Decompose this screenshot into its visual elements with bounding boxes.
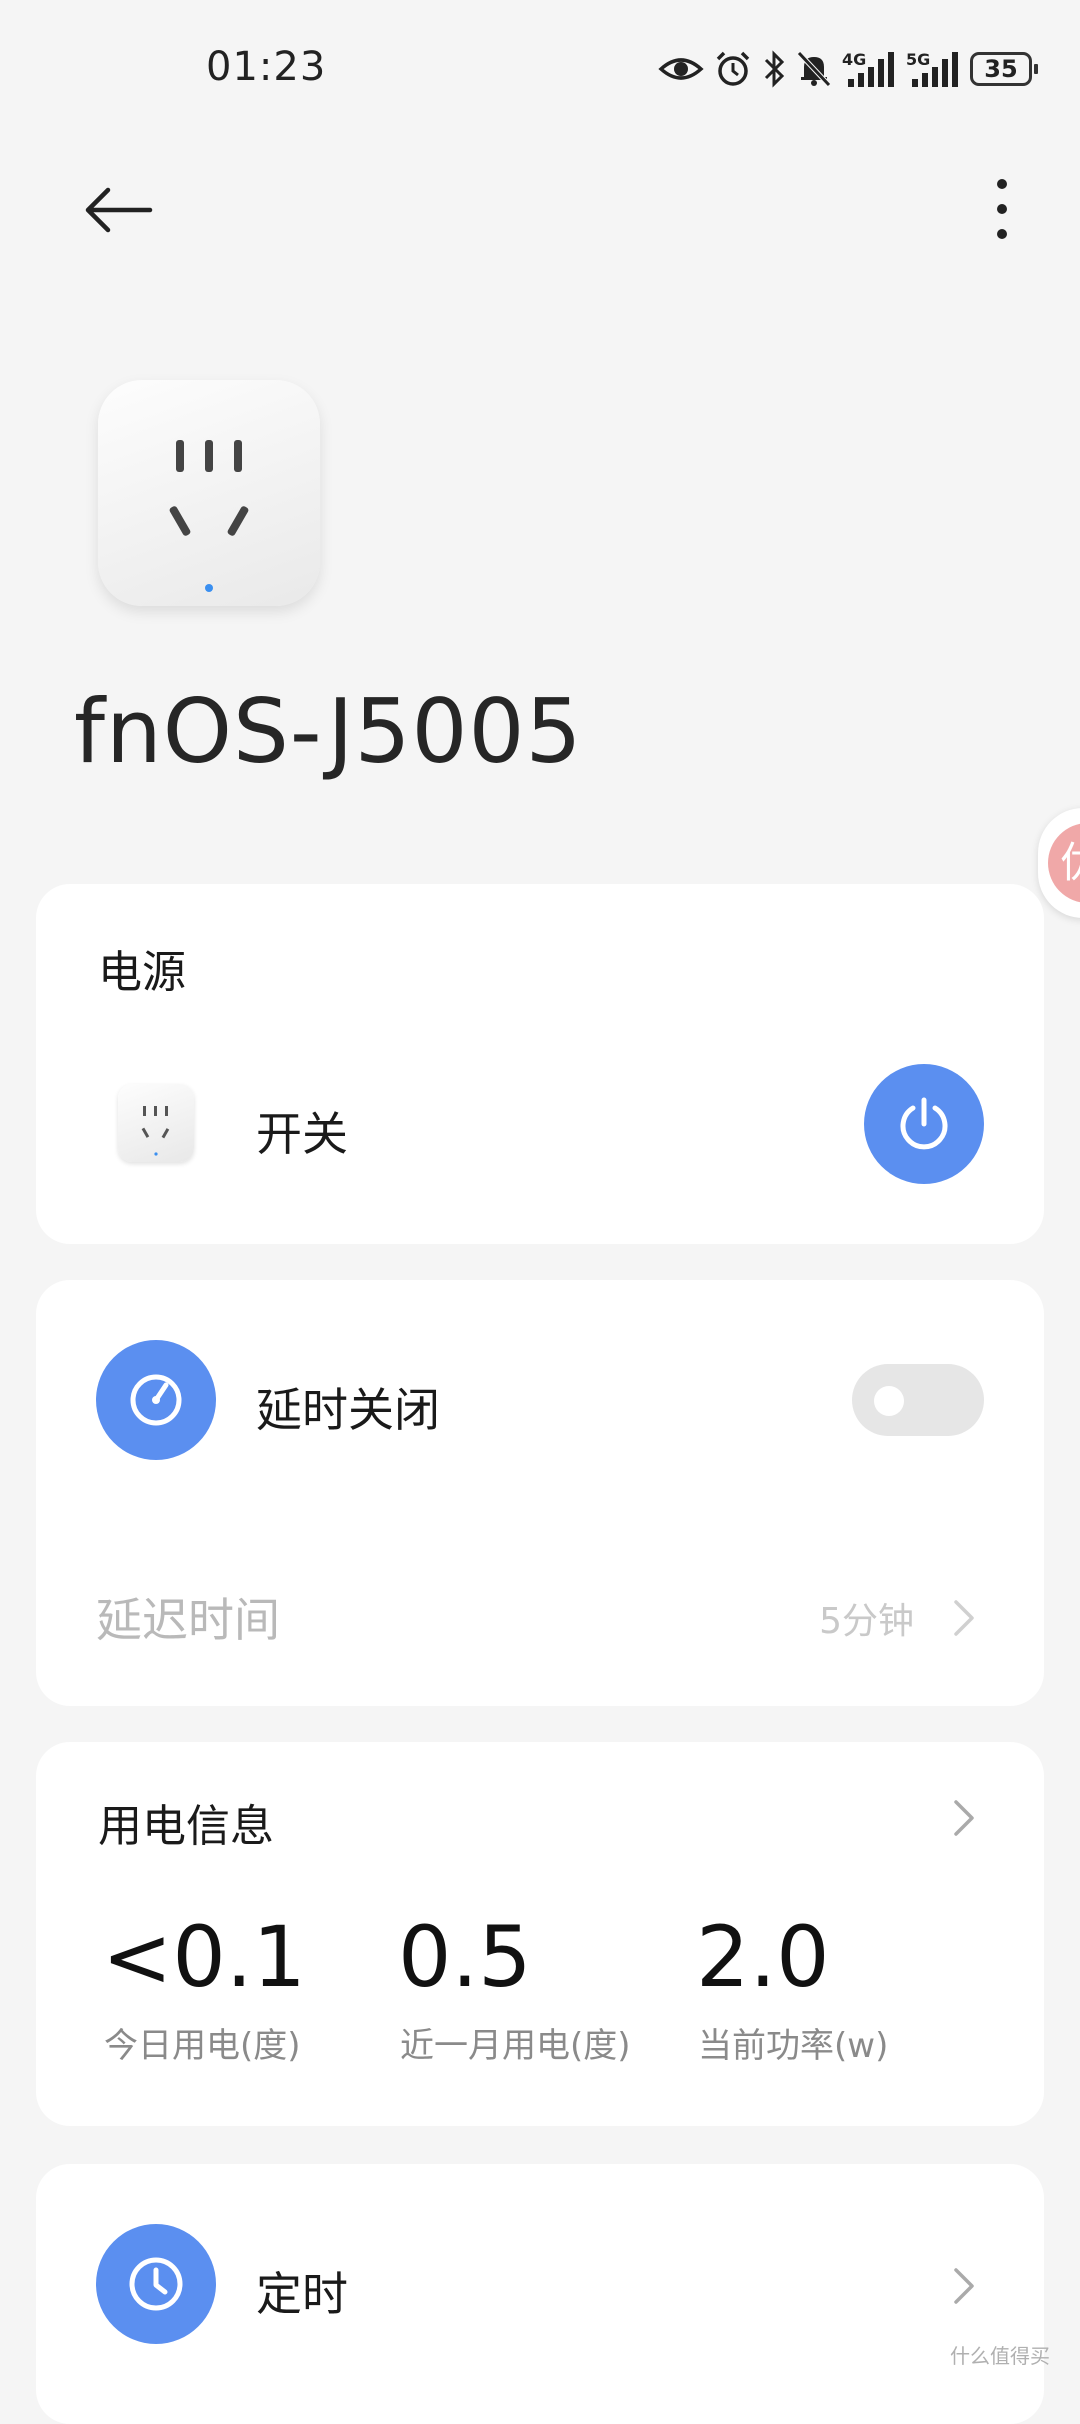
electricity-info-card[interactable]: 用电信息 <0.1 今日用电(度) 0.5 近一月用电(度) 2.0 当前功率(… bbox=[36, 1742, 1044, 2126]
socket-icon bbox=[169, 440, 249, 592]
power-card: 电源 开关 bbox=[36, 884, 1044, 1244]
delay-time-chevron-right-icon bbox=[954, 1600, 974, 1636]
timer-label: 定时 bbox=[256, 2267, 348, 2321]
clock-badge bbox=[96, 2224, 216, 2344]
plug-thumbnail-icon bbox=[118, 1084, 194, 1162]
electricity-chevron-right-icon bbox=[954, 1800, 974, 1836]
power-card-title: 电源 bbox=[98, 947, 186, 998]
clock-icon bbox=[129, 2257, 183, 2311]
timer-card[interactable]: 定时 bbox=[36, 2164, 1044, 2424]
device-name: fnOS-J5005 bbox=[74, 680, 583, 783]
electricity-info-title: 用电信息 bbox=[98, 1801, 274, 1852]
more-vertical-icon bbox=[997, 179, 1007, 239]
timer-gauge-badge bbox=[96, 1340, 216, 1460]
current-power-value: 2.0 bbox=[696, 1908, 830, 2006]
timer-chevron-right-icon bbox=[954, 2268, 974, 2304]
more-options-button[interactable] bbox=[984, 174, 1020, 244]
status-bar: 01:23 4G 5G 35 bbox=[0, 0, 1080, 140]
battery-indicator: 35 bbox=[970, 52, 1038, 86]
power-button[interactable] bbox=[864, 1064, 984, 1184]
alarm-icon bbox=[714, 50, 752, 88]
delay-off-toggle[interactable] bbox=[852, 1364, 984, 1436]
5g-signal-icon: 5G bbox=[906, 49, 960, 89]
floating-tab[interactable]: 优 bbox=[1038, 808, 1080, 918]
today-usage-label: 今日用电(度) bbox=[104, 2026, 301, 2066]
top-app-bar bbox=[0, 160, 1080, 250]
delay-time-value[interactable]: 5分钟 bbox=[819, 1592, 914, 1644]
switch-label: 开关 bbox=[256, 1107, 348, 1161]
mute-bell-icon bbox=[796, 50, 832, 88]
4g-signal-icon: 4G bbox=[842, 49, 896, 89]
power-icon bbox=[900, 1097, 948, 1150]
smart-plug-image bbox=[98, 380, 320, 606]
floating-tab-label: 优 bbox=[1048, 823, 1080, 903]
net2-label: 5G bbox=[906, 50, 930, 69]
eye-icon bbox=[658, 54, 704, 84]
delay-off-label: 延时关闭 bbox=[256, 1383, 440, 1437]
month-usage-value: 0.5 bbox=[398, 1908, 532, 2006]
month-usage-label: 近一月用电(度) bbox=[400, 2026, 631, 2066]
stopwatch-icon bbox=[130, 1374, 182, 1426]
current-power-label: 当前功率(w) bbox=[698, 2026, 889, 2066]
today-usage-value: <0.1 bbox=[102, 1908, 306, 2006]
back-arrow-icon bbox=[85, 187, 153, 233]
status-time: 01:23 bbox=[206, 44, 327, 90]
status-icons: 4G 5G 35 bbox=[658, 48, 1038, 90]
delay-time-label: 延迟时间 bbox=[96, 1593, 280, 1647]
back-button[interactable] bbox=[80, 180, 160, 240]
delay-off-card: 延时关闭 延迟时间 5分钟 bbox=[36, 1280, 1044, 1706]
watermark-text: 什么值得买 bbox=[950, 2344, 1050, 2368]
bluetooth-icon bbox=[762, 50, 786, 88]
net1-label: 4G bbox=[842, 50, 866, 69]
toggle-knob bbox=[874, 1386, 904, 1416]
